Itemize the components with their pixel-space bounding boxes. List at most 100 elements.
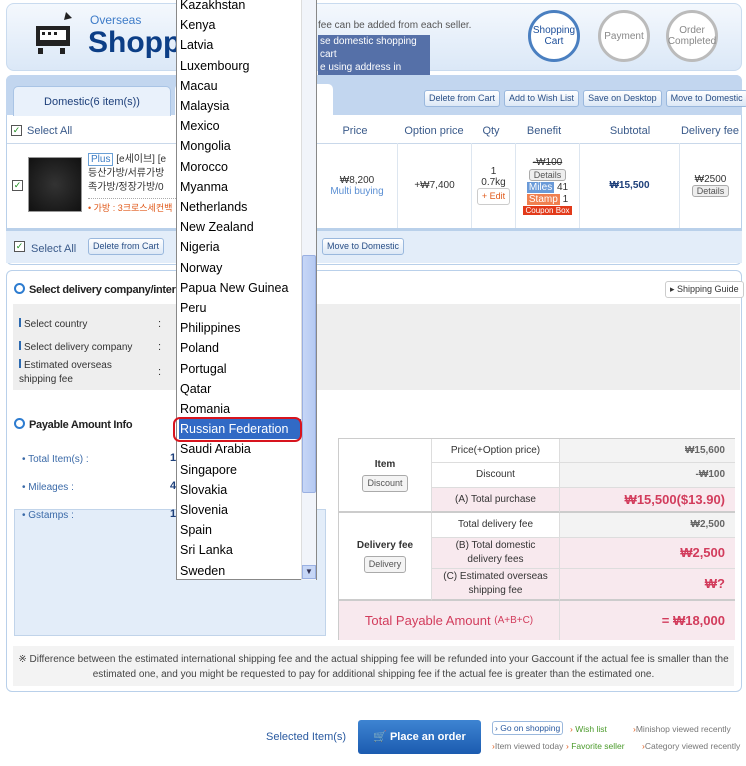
shipping-guide-label: Shipping Guide [677, 284, 739, 294]
col-qty: Qty [482, 125, 500, 137]
title-line: 족가방/정장가방/0 [88, 182, 164, 193]
logo-big: Shoppi [88, 26, 190, 59]
dropdown-option[interactable]: Poland [179, 338, 303, 358]
dropdown-option[interactable]: Slovakia [179, 480, 303, 500]
subtotal-cell: ₩15,500 [579, 143, 679, 228]
link-label: Minishop viewed recently [635, 724, 731, 734]
discount: -₩100 [532, 156, 563, 168]
dropdown-option[interactable]: Sweden [179, 561, 303, 579]
colon: : [158, 341, 162, 353]
dropdown-option[interactable]: Kazakhstan [179, 0, 303, 15]
col-option-price: Option price [404, 125, 464, 137]
dropdown-option[interactable]: Sri Lanka [179, 540, 303, 560]
gstamps-label: • Gstamps : [22, 510, 74, 521]
dropdown-option[interactable]: Malaysia [179, 96, 303, 116]
details-button[interactable]: Details [528, 168, 567, 181]
dropdown-option[interactable]: New Zealand [179, 217, 303, 237]
link-label: Item viewed today [494, 741, 564, 751]
favorite-seller-link[interactable]: › Favorite seller [566, 741, 625, 751]
edit-button[interactable]: + Edit [476, 188, 511, 205]
total-payable-label: Total Payable Amount (A+B+C) [339, 601, 559, 640]
select-all-checkbox[interactable]: ✓ [11, 125, 22, 136]
dropdown-option[interactable]: Slovenia [179, 500, 303, 520]
delete-from-cart-button[interactable]: Delete from Cart [424, 90, 501, 107]
overseas-fee-value: ₩? [559, 569, 735, 601]
miles: 41 [557, 181, 569, 193]
discount-button[interactable]: Discount [362, 475, 408, 492]
overseas-fee-label: (C) Estimated overseas shipping fee [431, 569, 559, 601]
dropdown-option[interactable]: Latvia [179, 35, 303, 55]
dropdown-option[interactable]: Peru [179, 298, 303, 318]
subtotal: ₩15,500 [609, 180, 650, 191]
move-to-domestic-button-bottom[interactable]: Move to Domestic [322, 238, 405, 255]
dropdown-option[interactable]: Romania [179, 399, 303, 419]
colon: : [158, 318, 162, 330]
add-to-wish-list-button[interactable]: Add to Wish List [504, 90, 580, 107]
scroll-down-arrow-icon[interactable]: ▼ [302, 565, 316, 579]
move-to-domestic-button[interactable]: Move to Domestic [665, 90, 746, 107]
col-delivery-fee: Delivery fee [680, 125, 740, 137]
label: Total Payable Amount [364, 612, 491, 628]
dropdown-option[interactable]: Luxembourg [179, 56, 303, 76]
qty-cell: 1 0.7kg + Edit [471, 143, 515, 228]
weight: 0.7kg [481, 177, 506, 188]
total-delivery-value: ₩2,500 [559, 513, 735, 538]
coupon-box-button[interactable]: Coupon Box [523, 205, 572, 215]
dropdown-option[interactable]: Portugal [179, 359, 303, 379]
cart-logo-icon [32, 8, 82, 58]
dropdown-option[interactable]: Qatar [179, 379, 303, 399]
delivery-details-button[interactable]: Details [691, 185, 730, 197]
dropdown-option[interactable]: Norway [179, 258, 303, 278]
label: Mileages : [28, 482, 74, 493]
title-line: 등산가방/서류가방 [88, 168, 165, 179]
notice-line: fee can be added from each seller. [318, 20, 472, 31]
dropdown-option[interactable]: Nigeria [179, 237, 303, 257]
delete-from-cart-button-bottom[interactable]: Delete from Cart [88, 238, 165, 255]
item-checkbox[interactable]: ✓ [12, 180, 23, 191]
dropdown-option[interactable]: Morocco [179, 157, 303, 177]
dropdown-option[interactable]: Mongolia [179, 136, 303, 156]
wish-list-link[interactable]: › Wish list [570, 724, 607, 734]
item-title[interactable]: Plus [e세이브] [e 등산가방/서류가방 족가방/정장가방/0 • 가방 :… [88, 153, 178, 215]
link-label: Category viewed recently [644, 741, 741, 751]
save-on-desktop-button[interactable]: Save on Desktop [583, 90, 662, 107]
qty: 1 [490, 166, 497, 177]
tab-domestic[interactable]: Domestic(6 item(s)) [13, 86, 171, 116]
dropdown-option[interactable]: Singapore [179, 460, 303, 480]
stamp-badge: Stamp [526, 193, 560, 205]
item-option: • 가방 : 3크로스세컨백 [88, 198, 178, 215]
summary-table: Item Discount Price(+Option price) ₩15,60… [338, 438, 735, 640]
select-all-checkbox-bottom[interactable]: ✓ [14, 241, 25, 252]
item-thumbnail[interactable] [28, 157, 82, 212]
category-link[interactable]: ›Category viewed recently [642, 741, 740, 751]
shipping-guide-button[interactable]: ▸ Shipping Guide [665, 281, 744, 298]
dropdown-option[interactable]: Kenya [179, 15, 303, 35]
notice-line: se domestic shopping cart [320, 36, 417, 60]
step-shopping-cart: Shopping Cart [528, 10, 580, 62]
dropdown-option[interactable]: Spain [179, 520, 303, 540]
dropdown-option[interactable]: Philippines [179, 318, 303, 338]
country-dropdown-list[interactable]: Kazakhstan Kenya Latvia Luxembourg Macau Mala… [176, 0, 317, 580]
dropdown-option[interactable]: Macau [179, 76, 303, 96]
dropdown-option[interactable]: Netherlands [179, 197, 303, 217]
benefit-cell: -₩100 Details Miles 41 Stamp 1 Coupon Bo… [515, 143, 579, 228]
logo-small: Overseas [90, 13, 142, 27]
dropdown-option[interactable]: Mexico [179, 116, 303, 136]
delivery-fee: ₩2500 [694, 174, 727, 185]
item-group: Item Discount [339, 439, 431, 513]
step-payment: Payment [598, 10, 650, 62]
dropdown-option[interactable]: Saudi Arabia [179, 439, 303, 459]
item-viewed-today-link[interactable]: ›Item viewed today [492, 741, 563, 751]
go-shopping-link[interactable]: › Go on shopping [492, 721, 564, 735]
col-benefit: Benefit [526, 125, 562, 137]
dropdown-option[interactable]: Papua New Guinea [179, 278, 303, 298]
dropdown-option[interactable]: Myanma [179, 177, 303, 197]
selected-items-label: Selected Item(s) [266, 731, 347, 743]
place-order-button[interactable]: 🛒 Place an order [358, 720, 481, 754]
total-purchase-label: (A) Total purchase [431, 488, 559, 513]
scrollbar-thumb[interactable] [302, 255, 316, 493]
delivery-button[interactable]: Delivery [363, 556, 407, 573]
title-line: [e세이브] [e [116, 154, 167, 165]
stamp: 1 [562, 193, 569, 205]
minishop-link[interactable]: ›Minishop viewed recently [633, 724, 731, 734]
